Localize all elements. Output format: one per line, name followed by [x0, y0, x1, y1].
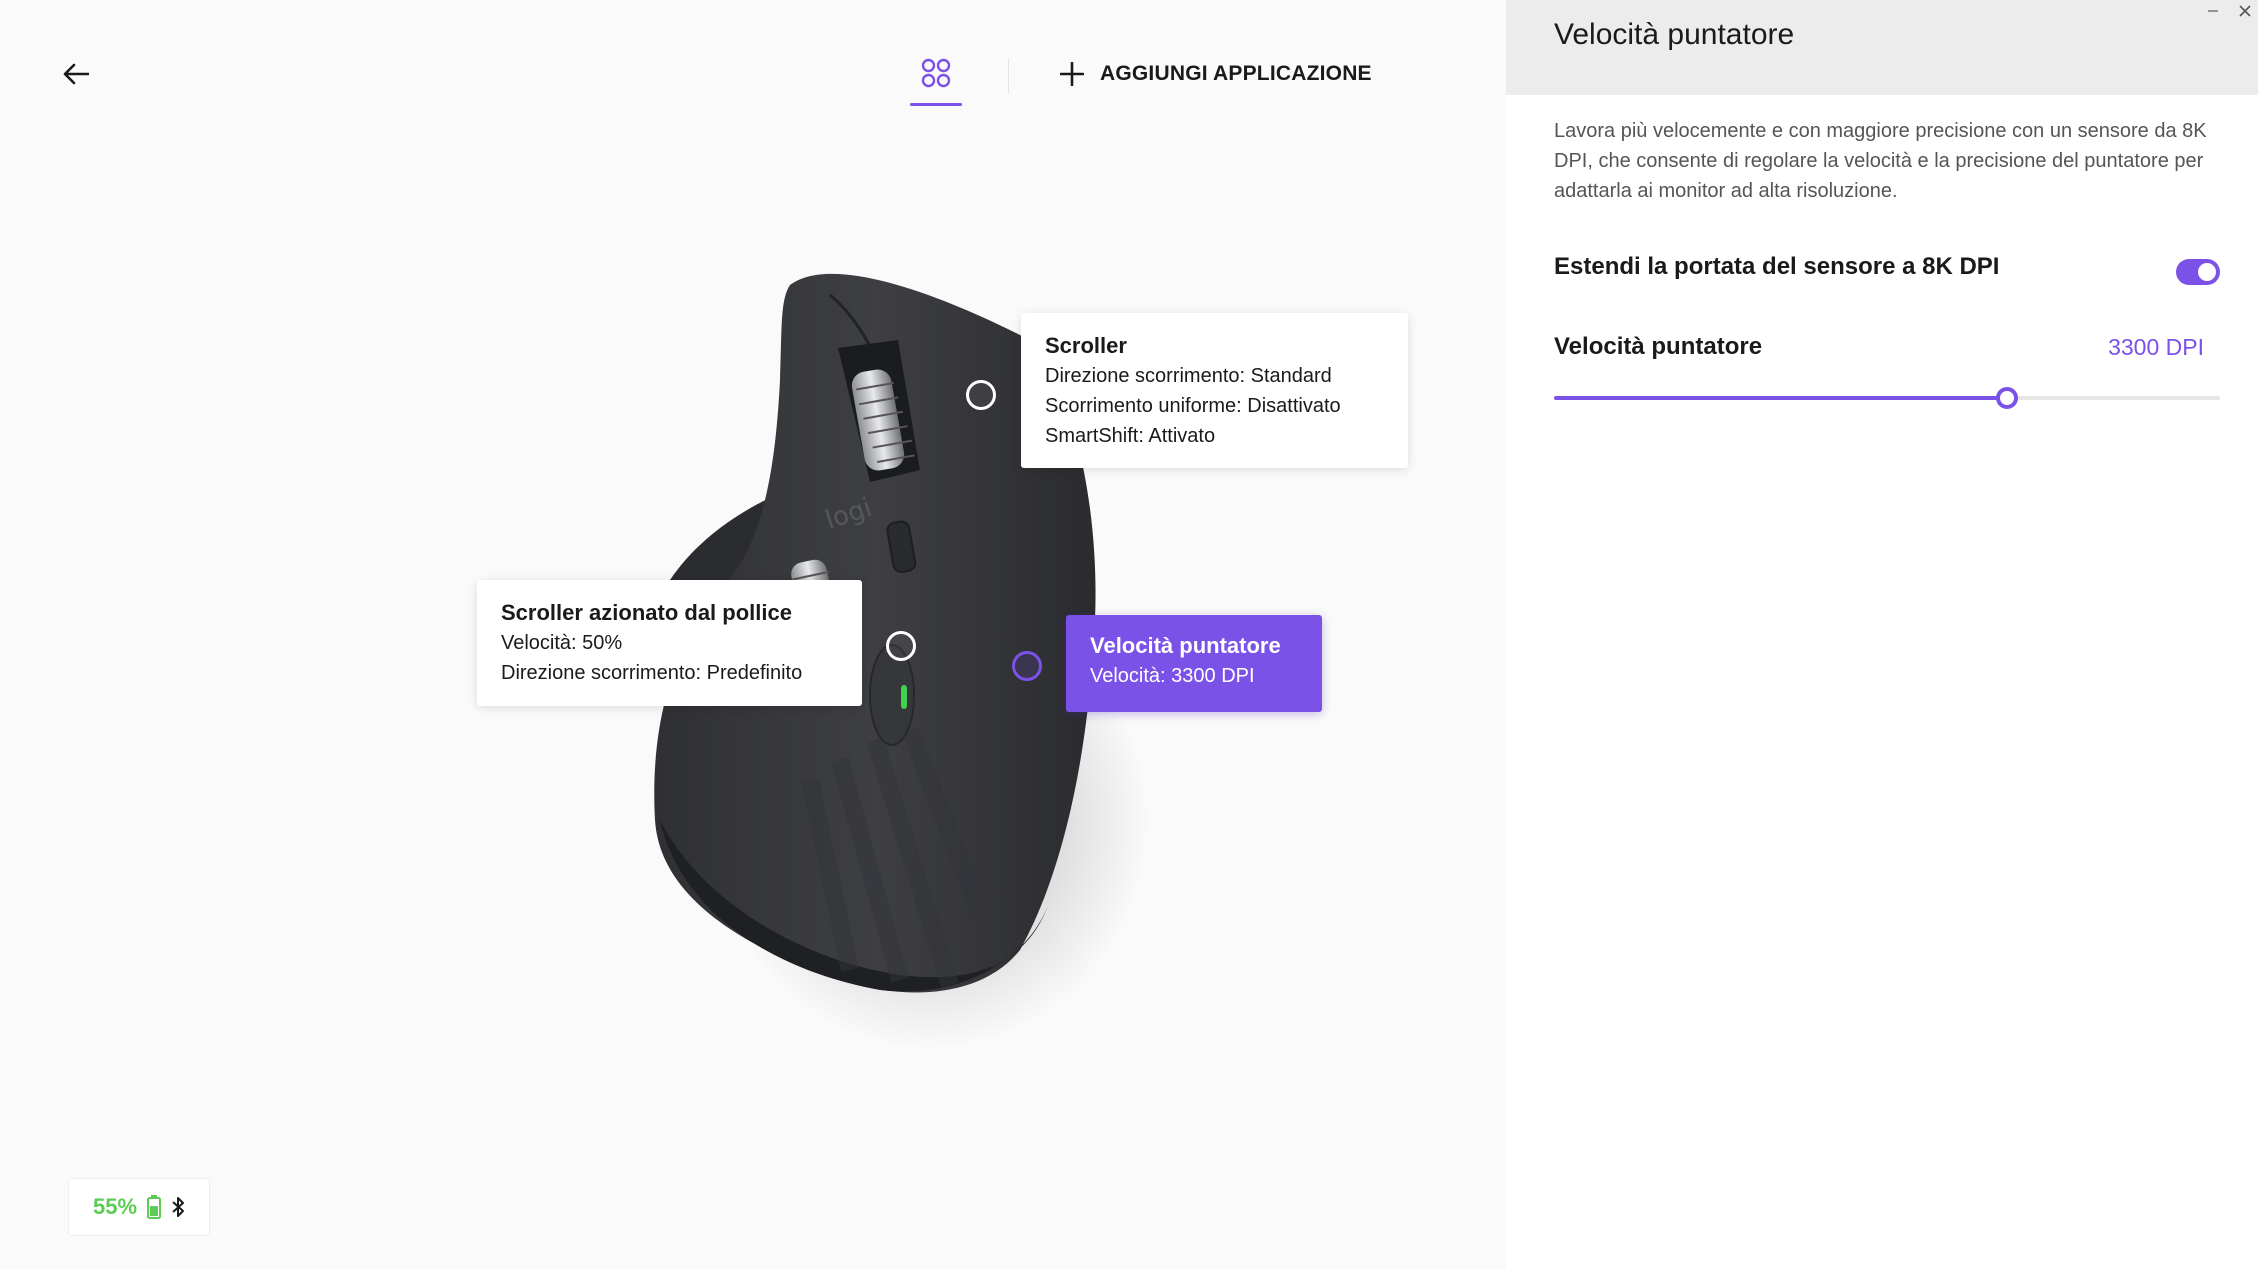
- pointer-speed-callout-line: Velocità: 3300 DPI: [1090, 665, 1255, 687]
- scroller-callout-line: Scorrimento uniforme: Disattivato: [1045, 395, 1341, 417]
- scroller-callout-line: Direzione scorrimento: Standard: [1045, 365, 1332, 387]
- plus-icon: [1060, 62, 1084, 86]
- extend-sensor-label: Estendi la portata del sensore a 8K DPI: [1554, 253, 2000, 280]
- panel-title: Velocità puntatore: [1554, 18, 1795, 51]
- active-tab-indicator: [910, 103, 962, 106]
- scroller-callout[interactable]: Scroller Direzione scorrimento: Standard…: [1021, 313, 1408, 468]
- arrow-left-icon: [63, 63, 89, 85]
- settings-panel: Velocità puntatore Lavora più velocement…: [1506, 0, 2258, 1269]
- scroller-callout-title: Scroller: [1045, 333, 1127, 358]
- battery-percent: 55%: [92, 1194, 138, 1219]
- pointer-speed-slider[interactable]: [1554, 386, 2220, 410]
- scroller-callout-line: SmartShift: Attivato: [1045, 425, 1216, 447]
- pointer-speed-callout[interactable]: Velocità puntatore Velocità: 3300 DPI: [1066, 615, 1322, 712]
- battery-icon: [147, 1195, 162, 1219]
- panel-description: Lavora più velocemente e con maggiore pr…: [1554, 120, 2207, 202]
- back-button[interactable]: [56, 54, 96, 94]
- grid-icon: [921, 58, 951, 88]
- pointer-speed-value: 3300 DPI: [2108, 334, 2204, 360]
- thumb-scroller-callout-title: Scroller azionato dal pollice: [501, 600, 792, 625]
- thumb-scroller-hotspot[interactable]: [886, 631, 916, 661]
- device-view: AGGIUNGI APPLICAZIONE logi Scroller Dire…: [0, 0, 1506, 1269]
- toggle-knob: [2198, 263, 2216, 281]
- battery-status: 55%: [68, 1178, 210, 1236]
- slider-thumb[interactable]: [1995, 387, 2018, 409]
- minimize-button[interactable]: [2200, 0, 2226, 22]
- close-icon: [2239, 5, 2251, 17]
- close-button[interactable]: [2232, 0, 2258, 22]
- extend-sensor-toggle[interactable]: [2176, 259, 2220, 285]
- add-application-label: AGGIUNGI APPLICAZIONE: [1100, 62, 1372, 85]
- thumb-scroller-callout-line: Velocità: 50%: [501, 632, 623, 654]
- minimize-icon: [2208, 10, 2218, 12]
- pointer-speed-label: Velocità puntatore: [1554, 333, 1763, 360]
- thumb-scroller-callout-line: Direzione scorrimento: Predefinito: [501, 662, 803, 684]
- scroller-hotspot[interactable]: [966, 380, 996, 410]
- add-application-button[interactable]: AGGIUNGI APPLICAZIONE: [1060, 54, 1372, 94]
- pointer-speed-hotspot[interactable]: [1012, 651, 1042, 681]
- pointer-speed-callout-title: Velocità puntatore: [1090, 633, 1281, 658]
- slider-fill: [1554, 396, 2007, 400]
- bluetooth-icon: [172, 1197, 185, 1217]
- tab-buttons-view[interactable]: [910, 52, 962, 106]
- thumb-scroller-callout[interactable]: Scroller azionato dal pollice Velocità: …: [477, 580, 862, 706]
- header-divider: [1008, 58, 1009, 94]
- panel-header: Velocità puntatore: [1506, 0, 2258, 95]
